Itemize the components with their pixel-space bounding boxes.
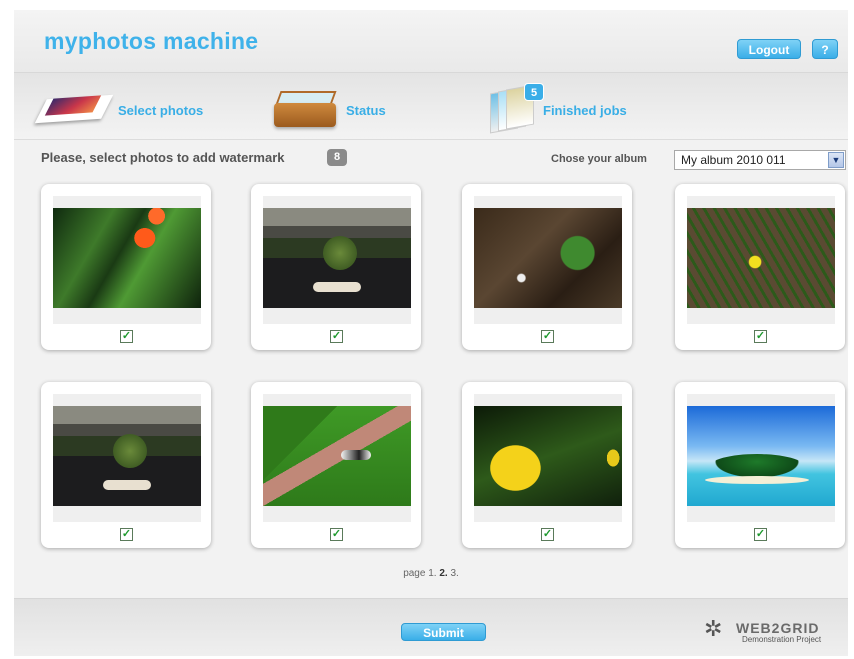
instruction-text: Please, select photos to add watermark — [41, 150, 285, 165]
nav-select-photos-label: Select photos — [118, 103, 204, 118]
photo-checkbox[interactable]: ✓ — [541, 330, 554, 343]
nav-select-photos[interactable]: Select photos — [34, 81, 220, 133]
inbox-tray-icon — [274, 91, 338, 129]
album-select-value: My album 2010 011 — [681, 153, 786, 167]
nav-status-label: Status — [346, 103, 386, 118]
photo-checkbox[interactable]: ✓ — [330, 330, 343, 343]
photo-checkbox[interactable]: ✓ — [330, 528, 343, 541]
logout-button[interactable]: Logout — [737, 39, 801, 59]
photo-checkbox[interactable]: ✓ — [120, 330, 133, 343]
help-button[interactable]: ? — [812, 39, 838, 59]
photo-frame — [474, 394, 622, 522]
app-title: myphotos machine — [44, 28, 259, 54]
photo-thumbnail[interactable] — [53, 406, 201, 506]
photo-frame — [263, 394, 411, 522]
page-link-2-current[interactable]: 2. — [439, 568, 447, 579]
photo-checkbox[interactable]: ✓ — [120, 528, 133, 541]
photo-thumbnail[interactable] — [263, 406, 411, 506]
photo-thumbnail[interactable] — [53, 208, 201, 308]
photo-frame — [263, 196, 411, 324]
photo-checkbox[interactable]: ✓ — [541, 528, 554, 541]
photo-card[interactable]: ✓ — [251, 382, 421, 548]
finished-jobs-icon: 5 — [486, 83, 544, 134]
photo-thumbnail[interactable] — [474, 406, 622, 506]
submit-button[interactable]: Submit — [401, 623, 486, 641]
nav-status[interactable]: Status — [272, 81, 412, 133]
chevron-down-icon[interactable]: ▼ — [828, 152, 844, 168]
photo-card[interactable]: ✓ — [675, 184, 845, 350]
photo-thumbnail[interactable] — [263, 208, 411, 308]
photo-checkbox[interactable]: ✓ — [754, 528, 767, 541]
photo-frame — [687, 196, 835, 324]
photo-frame — [474, 196, 622, 324]
photo-card[interactable]: ✓ — [462, 184, 632, 350]
photo-card[interactable]: ✓ — [675, 382, 845, 548]
step-nav: Select photos Status 5 Finished jobs — [14, 72, 848, 140]
brand-logo-text: WEB2GRID — [736, 620, 820, 636]
nav-finished-jobs[interactable]: 5 Finished jobs — [484, 81, 664, 134]
selected-count-badge: 8 — [327, 149, 347, 166]
photo-thumbnail[interactable] — [687, 406, 835, 506]
photo-card[interactable]: ✓ — [41, 382, 211, 548]
album-select[interactable]: My album 2010 011 ▼ — [674, 150, 846, 170]
photo-thumbnail[interactable] — [687, 208, 835, 308]
header: myphotos machine Logout ? — [14, 10, 848, 72]
nav-finished-jobs-label: Finished jobs — [543, 103, 627, 118]
photo-card[interactable]: ✓ — [251, 184, 421, 350]
turtle-logo-icon: ✲ — [704, 616, 723, 641]
pager-prefix: page — [403, 568, 426, 579]
finished-jobs-badge: 5 — [524, 83, 544, 101]
photo-checkbox[interactable]: ✓ — [754, 330, 767, 343]
album-label: Chose your album — [551, 153, 647, 165]
photos-icon — [34, 94, 114, 125]
photo-thumbnail[interactable] — [474, 208, 622, 308]
photo-frame — [53, 196, 201, 324]
pagination: page 1. 2. 3. — [14, 568, 848, 579]
photo-frame — [53, 394, 201, 522]
page-link-3[interactable]: 3. — [450, 568, 458, 579]
brand-subtitle: Demonstration Project — [742, 635, 822, 644]
footer: Submit ✲ WEB2GRID Demonstration Project — [14, 598, 848, 656]
photo-frame — [687, 394, 835, 522]
photo-card[interactable]: ✓ — [462, 382, 632, 548]
page-link-1[interactable]: 1. — [428, 568, 436, 579]
app-window: myphotos machine Logout ? Select photos … — [14, 10, 848, 656]
photo-card[interactable]: ✓ — [41, 184, 211, 350]
